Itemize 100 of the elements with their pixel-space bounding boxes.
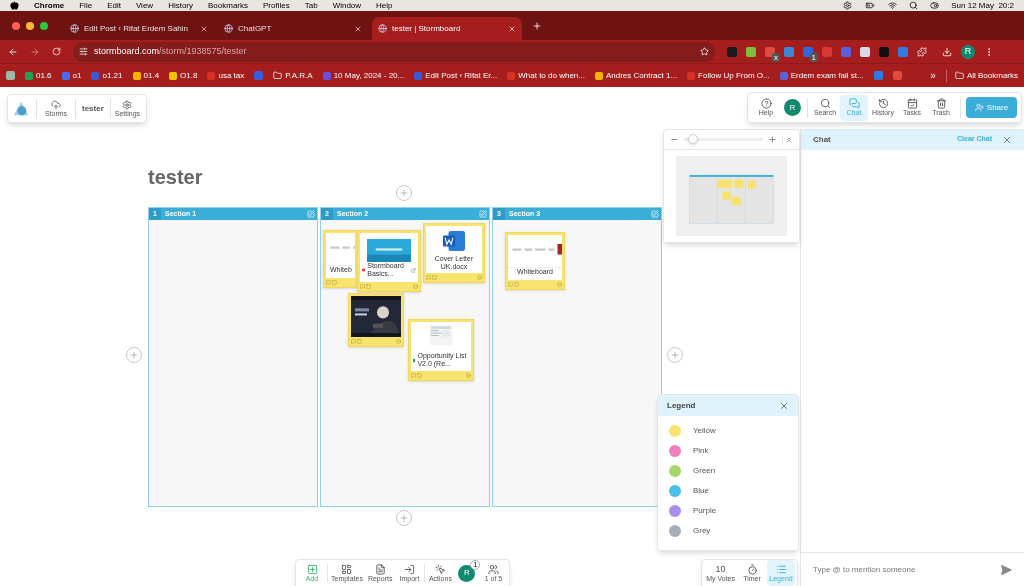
bookmark-link[interactable]: Erdem exam fail st... — [779, 69, 864, 82]
vote-icon[interactable] — [466, 373, 471, 378]
extension-icon[interactable] — [727, 46, 737, 57]
apple-icon[interactable] — [10, 1, 19, 10]
bookmark-link[interactable]: o1 — [61, 69, 82, 82]
back-icon[interactable] — [8, 46, 18, 57]
tab-title: Edit Post ‹ Rifat Erdem Sahin — [84, 22, 190, 35]
add-icon — [306, 563, 318, 575]
battery-icon[interactable] — [864, 1, 877, 10]
wifi-icon[interactable] — [888, 1, 898, 10]
collapse-icon[interactable] — [782, 135, 793, 144]
control-center-icon[interactable] — [930, 1, 940, 10]
edit-icon[interactable] — [651, 210, 659, 218]
search-icon[interactable] — [909, 1, 919, 10]
bookmark-icon[interactable] — [6, 71, 15, 80]
menu-item[interactable]: Profiles — [263, 0, 290, 11]
menu-item[interactable]: Help — [376, 0, 393, 11]
puzzle-icon[interactable] — [917, 46, 927, 57]
bookmark-link[interactable]: O1.8 — [169, 69, 198, 82]
menu-item[interactable]: View — [135, 0, 154, 11]
vote-icon[interactable] — [396, 339, 401, 344]
legend-label: Purple — [693, 505, 717, 517]
comment-icon[interactable] — [326, 280, 331, 285]
extension-icon[interactable] — [879, 46, 889, 57]
address-bar[interactable]: stormboard.com/storm/1938575/tester — [73, 41, 715, 62]
site-icon — [169, 71, 178, 80]
message-field[interactable]: Type @ to mention someone — [813, 563, 1000, 576]
import-icon — [403, 563, 415, 575]
vote-icon[interactable] — [477, 275, 482, 280]
close-window-button[interactable] — [12, 21, 20, 30]
site-icon — [322, 71, 331, 80]
profile-avatar[interactable]: R — [961, 44, 975, 59]
menu-item[interactable]: Edit — [107, 0, 121, 11]
menu-item[interactable]: File — [79, 0, 93, 11]
site-icon — [132, 71, 141, 80]
vote-icon[interactable] — [413, 284, 418, 289]
send-icon[interactable] — [1000, 563, 1012, 576]
bookmark-link[interactable]: What to do when... — [507, 69, 585, 82]
bookmark-folder[interactable]: P.A.R.A — [273, 69, 313, 82]
bookmark-icon[interactable] — [254, 71, 264, 80]
menu-item[interactable]: History — [168, 0, 193, 11]
user-avatar[interactable]: R — [784, 99, 801, 116]
reload-icon[interactable] — [52, 47, 61, 56]
clock[interactable]: Sun 12 May 20:2 — [951, 0, 1014, 11]
bookmark-link[interactable]: usa tax — [207, 69, 245, 82]
add-section-button[interactable] — [396, 510, 412, 526]
add-section-button[interactable] — [667, 347, 683, 363]
idea-card[interactable] — [348, 293, 404, 347]
menu-item[interactable]: Chrome — [34, 0, 65, 11]
bookmark-link[interactable]: 01.6 — [25, 69, 52, 82]
comment-icon[interactable] — [411, 373, 416, 378]
browser-tab[interactable]: Edit Post ‹ Rifat Erdem Sahin — [64, 17, 214, 40]
templates-icon — [341, 563, 353, 575]
vote-icon[interactable] — [557, 282, 562, 287]
board-title: tester — [148, 165, 203, 189]
new-tab-icon[interactable] — [532, 20, 542, 31]
close-icon[interactable] — [354, 24, 362, 33]
more-bookmarks-button[interactable]: » — [930, 68, 936, 83]
bookmark-link[interactable]: 10 May, 2024 - 20... — [322, 69, 405, 82]
extension-icon[interactable] — [860, 46, 870, 57]
add-section-button[interactable] — [396, 185, 412, 201]
close-icon[interactable] — [200, 24, 208, 33]
close-icon[interactable] — [1002, 134, 1012, 145]
menu-item[interactable]: Window — [332, 0, 362, 11]
download-icon[interactable] — [942, 46, 952, 57]
edit-icon[interactable] — [307, 210, 315, 218]
zoom-in-icon[interactable] — [768, 135, 778, 144]
site-icon — [25, 71, 33, 80]
legend-label: Pink — [693, 445, 709, 457]
bookmark-link[interactable]: 01.4 — [132, 69, 160, 82]
browser-tab[interactable]: tester | Stormboard — [372, 17, 522, 40]
bookmark-link[interactable]: Andres Contract 1... — [594, 69, 678, 82]
settings-icon[interactable] — [843, 1, 853, 10]
comment-icon[interactable] — [508, 282, 513, 287]
site-icon — [378, 24, 387, 33]
storm-name[interactable]: tester — [75, 98, 110, 119]
minimize-window-button[interactable] — [26, 21, 34, 30]
comment-icon[interactable] — [360, 284, 365, 289]
close-icon[interactable] — [508, 24, 516, 33]
cloud-icon — [51, 99, 61, 110]
menu-item[interactable]: Tab — [304, 0, 318, 11]
browser-tab[interactable]: ChatGPT — [218, 17, 368, 40]
menu-item[interactable]: Bookmarks — [208, 0, 249, 11]
external-link-icon[interactable] — [411, 267, 416, 273]
close-icon[interactable] — [779, 400, 789, 411]
edit-icon[interactable] — [479, 210, 487, 218]
add-section-button[interactable] — [126, 347, 142, 363]
slider-thumb[interactable] — [687, 134, 698, 144]
extension-icon[interactable] — [746, 46, 756, 57]
legend-label: Grey — [693, 525, 711, 537]
bookmark-star-icon[interactable] — [700, 47, 709, 56]
maximize-window-button[interactable] — [40, 21, 48, 30]
comment-icon[interactable] — [351, 339, 356, 344]
bookmark-folder[interactable]: All Bookmarks — [945, 69, 1018, 82]
comment-icon[interactable] — [426, 275, 431, 280]
help-icon — [760, 98, 772, 109]
bookmark-link[interactable]: Edit Post ‹ Rifat Er... — [414, 69, 498, 82]
bookmark-link[interactable]: Follow Up From O... — [687, 69, 770, 82]
bookmark-link[interactable]: o1.21 — [91, 69, 123, 82]
document-icon — [443, 231, 465, 251]
